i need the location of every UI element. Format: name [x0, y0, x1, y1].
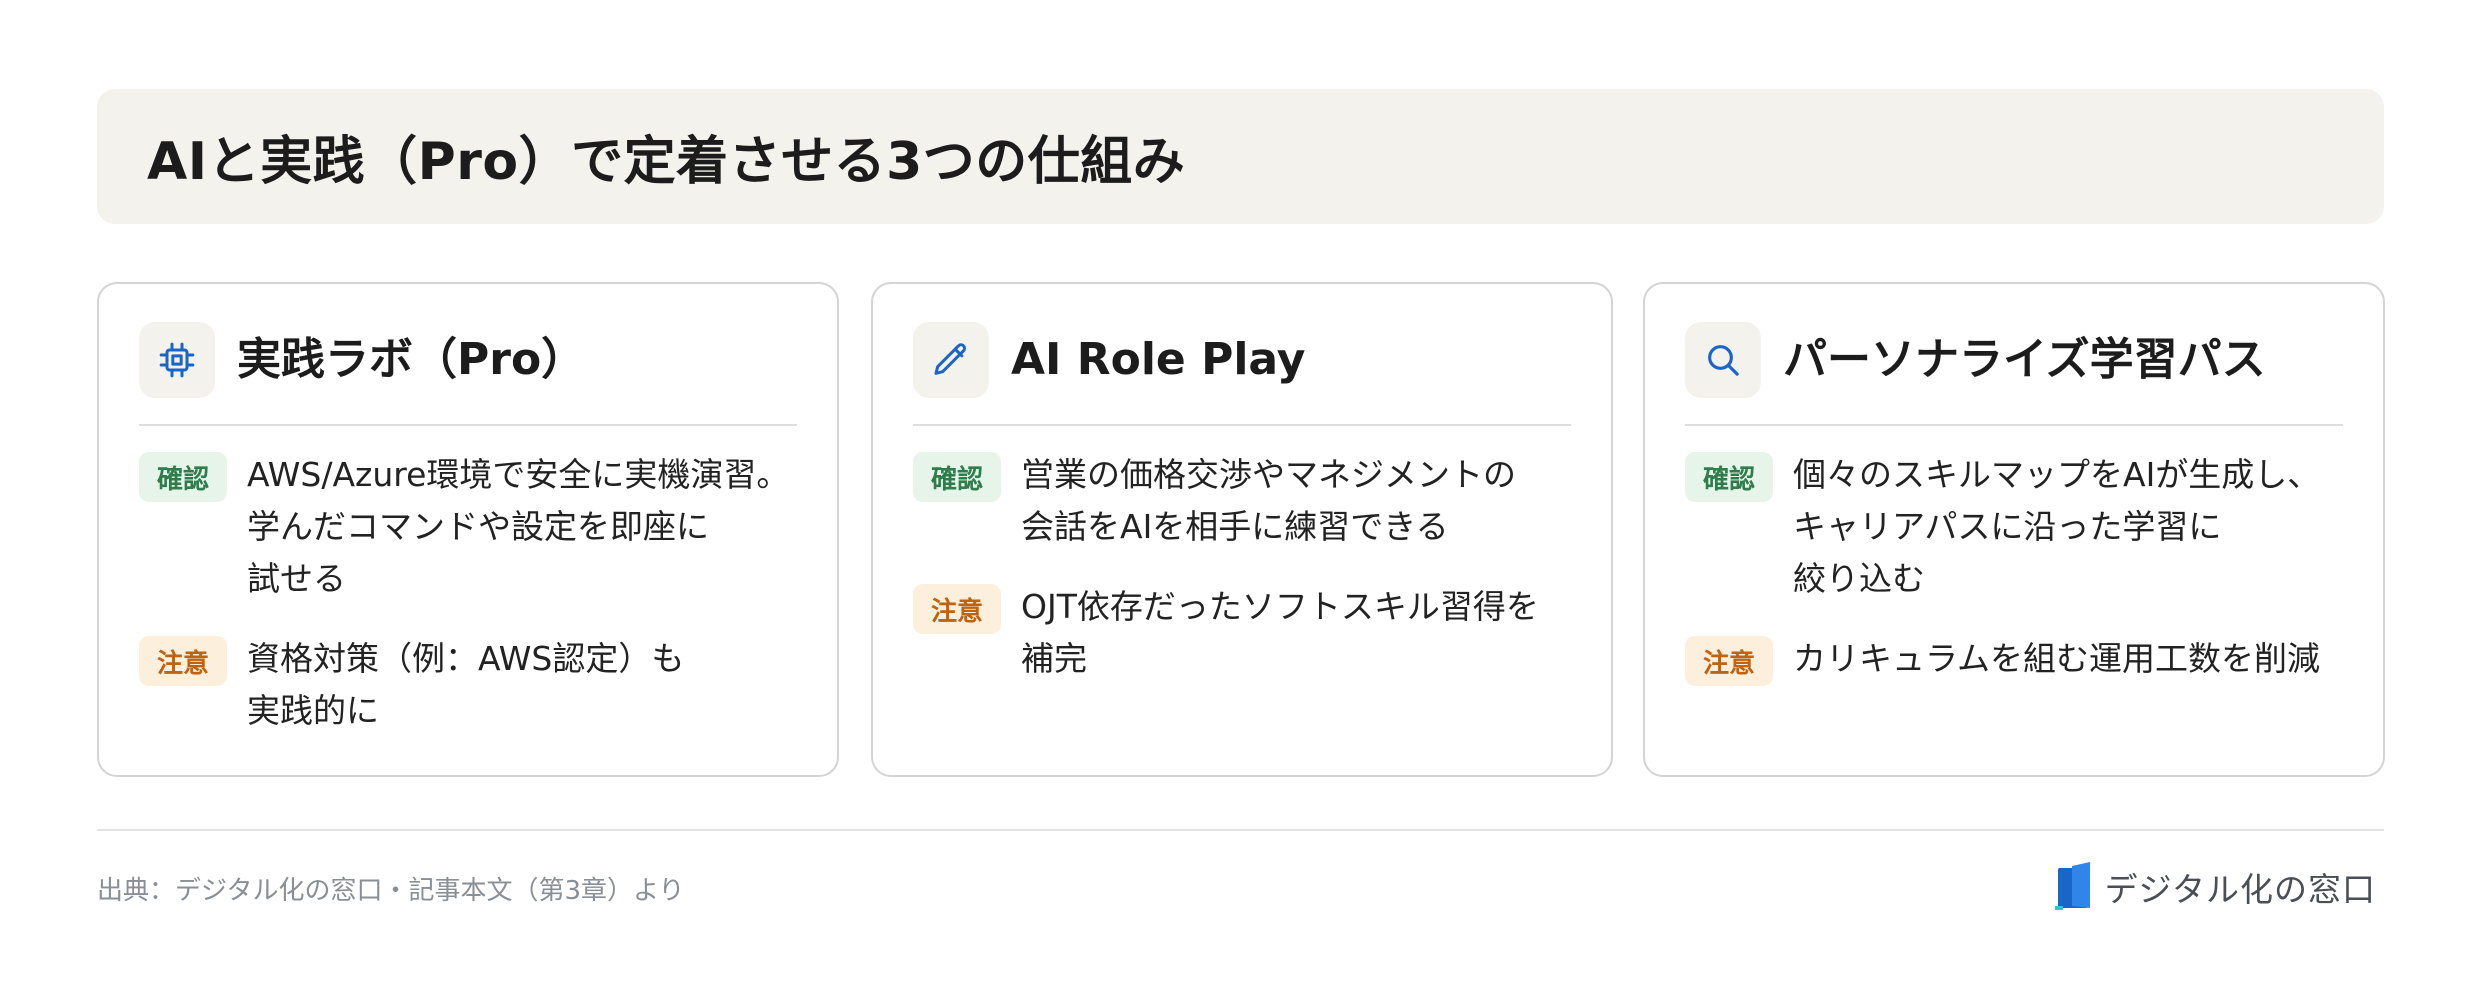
card-practice-lab: 実践ラボ（Pro） 確認 AWS/Azure環境で安全に実機演習。 学んだコマン…	[97, 282, 839, 777]
door-logo-icon	[2054, 862, 2090, 910]
card-items: 確認 営業の価格交渉やマネジメントの 会話をAIを相手に練習できる 注意 OJT…	[913, 449, 1591, 713]
confirm-item: 確認 AWS/Azure環境で安全に実機演習。 学んだコマンドや設定を即座に 試…	[139, 449, 817, 605]
caution-text: 資格対策（例：AWS認定）も 実践的に	[247, 639, 685, 730]
card-items: 確認 個々のスキルマップをAIが生成し、 キャリアパスに沿った学習に 絞り込む …	[1685, 449, 2363, 714]
card-header: 実践ラボ（Pro）	[139, 322, 797, 426]
pencil-icon	[913, 322, 989, 398]
card-ai-role-play: AI Role Play 確認 営業の価格交渉やマネジメントの 会話をAIを相手…	[871, 282, 1613, 777]
caution-badge: 注意	[1685, 636, 1773, 686]
search-icon	[1685, 322, 1761, 398]
card-row: 実践ラボ（Pro） 確認 AWS/Azure環境で安全に実機演習。 学んだコマン…	[97, 282, 2385, 777]
confirm-item: 確認 個々のスキルマップをAIが生成し、 キャリアパスに沿った学習に 絞り込む	[1685, 449, 2363, 605]
card-personalized-path: パーソナライズ学習パス 確認 個々のスキルマップをAIが生成し、 キャリアパスに…	[1643, 282, 2385, 777]
caution-item: 注意 OJT依存だったソフトスキル習得を 補完	[913, 581, 1591, 685]
confirm-text: 営業の価格交渉やマネジメントの 会話をAIを相手に練習できる	[1021, 455, 1516, 546]
brand-logo: デジタル化の窓口	[2054, 862, 2376, 912]
card-title: パーソナライズ学習パス	[1783, 334, 2266, 385]
source-note: 出典：デジタル化の窓口・記事本文（第3章）より	[97, 876, 685, 906]
card-title: AI Role Play	[1011, 334, 1306, 385]
caution-text: カリキュラムを組む運用工数を削減	[1793, 639, 2321, 678]
confirm-badge: 確認	[139, 452, 227, 502]
page-title: AIと実践（Pro）で定着させる3つの仕組み	[147, 132, 1186, 192]
caution-item: 注意 カリキュラムを組む運用工数を削減	[1685, 633, 2363, 686]
brand-name: デジタル化の窓口	[2104, 870, 2376, 909]
confirm-text: 個々のスキルマップをAIが生成し、 キャリアパスに沿った学習に 絞り込む	[1793, 455, 2321, 598]
caution-text: OJT依存だったソフトスキル習得を 補完	[1021, 587, 1539, 678]
caution-item: 注意 資格対策（例：AWS認定）も 実践的に	[139, 633, 817, 737]
caution-badge: 注意	[913, 584, 1001, 634]
confirm-text: AWS/Azure環境で安全に実機演習。 学んだコマンドや設定を即座に 試せる	[247, 455, 790, 598]
caution-badge: 注意	[139, 636, 227, 686]
card-header: AI Role Play	[913, 322, 1571, 426]
page: AIと実践（Pro）で定着させる3つの仕組み 実践ラボ（Pro） 確認 AWS/…	[0, 0, 2480, 1004]
card-header: パーソナライズ学習パス	[1685, 322, 2343, 426]
confirm-badge: 確認	[1685, 452, 1773, 502]
card-items: 確認 AWS/Azure環境で安全に実機演習。 学んだコマンドや設定を即座に 試…	[139, 449, 817, 765]
confirm-item: 確認 営業の価格交渉やマネジメントの 会話をAIを相手に練習できる	[913, 449, 1591, 553]
card-title: 実践ラボ（Pro）	[237, 334, 586, 385]
footer-divider	[97, 829, 2384, 831]
title-banner: AIと実践（Pro）で定着させる3つの仕組み	[97, 89, 2384, 224]
confirm-badge: 確認	[913, 452, 1001, 502]
chip-icon	[139, 322, 215, 398]
